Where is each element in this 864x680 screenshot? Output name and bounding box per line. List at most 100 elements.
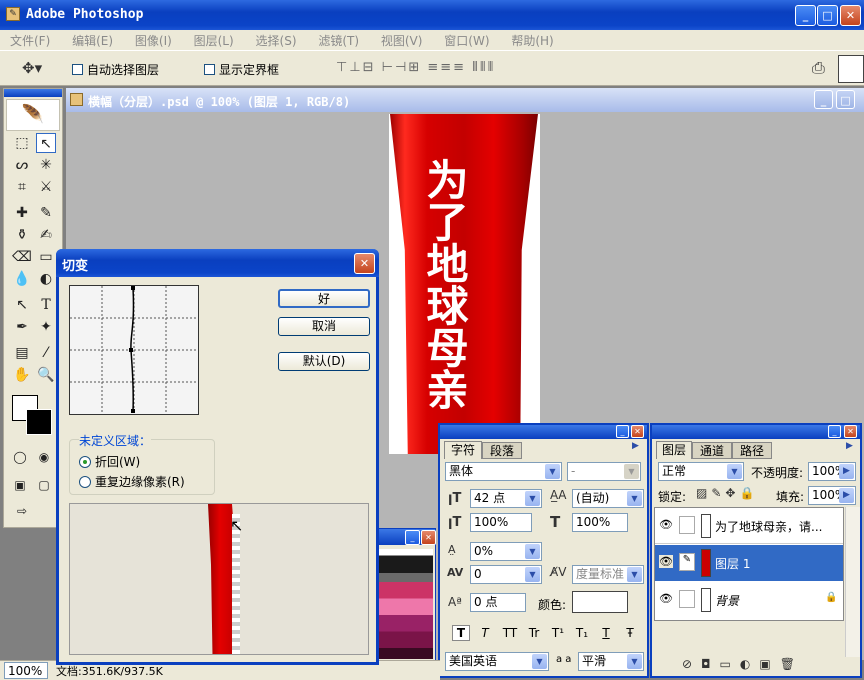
show-bounds-checkbox[interactable]: 显示定界框 bbox=[204, 61, 279, 78]
shear-grid[interactable] bbox=[69, 285, 199, 415]
palette-well-icon[interactable]: ⎙ bbox=[812, 58, 825, 78]
doc-maximize-button[interactable]: □ bbox=[836, 90, 855, 109]
antialias-select[interactable]: 平滑 ▼ bbox=[578, 652, 644, 671]
menu-layer[interactable]: 图层(L) bbox=[194, 34, 234, 48]
menu-filter[interactable]: 滤镜(T) bbox=[318, 34, 359, 48]
horizontal-scale-field[interactable]: 100% bbox=[572, 513, 628, 532]
opacity-field[interactable]: 100% ▶ bbox=[808, 462, 856, 481]
link-box[interactable] bbox=[679, 590, 695, 608]
menu-select[interactable]: 选择(S) bbox=[256, 34, 297, 48]
magic-wand-icon[interactable]: ✳ bbox=[36, 155, 56, 175]
close-button[interactable]: ✕ bbox=[840, 5, 861, 26]
layers-minimize-button[interactable]: _ bbox=[828, 425, 841, 438]
default-button[interactable]: 默认(D) bbox=[278, 352, 370, 371]
swatches-close-button[interactable]: ✕ bbox=[421, 530, 436, 545]
eye-icon[interactable]: 👁 bbox=[659, 592, 673, 605]
feather-logo-icon[interactable]: 🪶 bbox=[6, 99, 60, 131]
superscript-button[interactable]: T¹ bbox=[548, 626, 568, 640]
text-color-swatch[interactable] bbox=[572, 591, 628, 613]
slice-tool-icon[interactable]: ⚔ bbox=[36, 177, 56, 197]
eye-icon[interactable]: 👁 bbox=[659, 518, 673, 531]
imageready-icon[interactable]: ⇨ bbox=[12, 501, 32, 521]
layers-menu-arrow-icon[interactable]: ▶ bbox=[846, 441, 853, 451]
tracking-field[interactable]: 度量标准 ▼ bbox=[572, 565, 644, 584]
eraser-tool-icon[interactable]: ⌫ bbox=[12, 247, 32, 267]
menu-view[interactable]: 视图(V) bbox=[381, 34, 423, 48]
quickmask-mode-icon[interactable]: ◉ bbox=[34, 447, 54, 467]
zoom-tool-icon[interactable]: 🔍 bbox=[36, 365, 56, 385]
path-select-icon[interactable]: ↖ bbox=[12, 295, 32, 315]
language-select[interactable]: 美国英语 ▼ bbox=[445, 652, 549, 671]
swatches-grid[interactable] bbox=[379, 549, 433, 659]
screen-mode-icon[interactable]: ▣ bbox=[10, 475, 30, 495]
layer-row[interactable]: 👁 为了地球母亲，请... bbox=[655, 508, 843, 544]
layer-action-icons[interactable]: ⊘◘▭◐▣🗑 bbox=[682, 657, 804, 671]
standard-mode-icon[interactable]: ◯ bbox=[10, 447, 30, 467]
maximize-button[interactable]: □ bbox=[817, 5, 838, 26]
leading-field[interactable]: (自动) ▼ bbox=[572, 489, 644, 508]
layer-row-selected[interactable]: 👁 ✎ 图层 1 bbox=[655, 545, 843, 581]
lasso-tool-icon[interactable]: ᔕ bbox=[12, 155, 32, 175]
shear-close-button[interactable]: ✕ bbox=[354, 253, 375, 274]
healing-brush-icon[interactable]: ✚ bbox=[12, 203, 32, 223]
pen-tool-icon[interactable]: ✒ bbox=[12, 317, 32, 337]
gradient-tool-icon[interactable]: ▭ bbox=[36, 247, 56, 267]
layers-scrollbar[interactable] bbox=[845, 507, 860, 657]
lock-icons[interactable]: ▨✎✥🔒 bbox=[696, 486, 758, 500]
brush-link-icon[interactable]: ✎ bbox=[679, 553, 695, 571]
tab-channels[interactable]: 通道 bbox=[692, 442, 732, 459]
layers-close-button[interactable]: ✕ bbox=[844, 425, 857, 438]
link-box[interactable] bbox=[679, 516, 695, 534]
character-menu-arrow-icon[interactable]: ▶ bbox=[632, 441, 639, 451]
font-style-select[interactable]: - ▼ bbox=[567, 462, 641, 481]
move-tool-icon[interactable]: ✥▾ bbox=[22, 59, 42, 77]
align-icons[interactable]: ⊤⊥⊟ ⊢⊣⊞ ≡≡≡ ⦀⦀⦀ bbox=[336, 60, 495, 75]
menu-image[interactable]: 图像(I) bbox=[135, 34, 172, 48]
character-close-button[interactable]: ✕ bbox=[631, 425, 644, 438]
hand-tool-icon[interactable]: ✋ bbox=[12, 365, 32, 385]
all-caps-button[interactable]: TT bbox=[500, 626, 520, 640]
kerning-field[interactable]: 0 ▼ bbox=[470, 565, 542, 584]
stamp-tool-icon[interactable]: ⚱ bbox=[12, 225, 32, 245]
tab-paths[interactable]: 路径 bbox=[732, 442, 772, 459]
blend-mode-select[interactable]: 正常 ▼ bbox=[658, 462, 744, 481]
move-tool-icon-2[interactable]: ↖ bbox=[36, 133, 56, 153]
crop-tool-icon[interactable]: ⌗ bbox=[12, 177, 32, 197]
notes-tool-icon[interactable]: ▤ bbox=[12, 343, 32, 363]
small-caps-button[interactable]: Tr bbox=[524, 626, 544, 640]
layer-row[interactable]: 👁 背景 🔒 bbox=[655, 582, 843, 618]
menu-edit[interactable]: 编辑(E) bbox=[72, 34, 113, 48]
shape-tool-icon[interactable]: ✦ bbox=[36, 317, 56, 337]
cancel-button[interactable]: 取消 bbox=[278, 317, 370, 336]
eye-icon[interactable]: 👁 bbox=[659, 555, 673, 568]
tab-character[interactable]: 字符 bbox=[444, 441, 482, 459]
baseline-shift-field[interactable]: 0 点 bbox=[470, 593, 526, 612]
tab-layers[interactable]: 图层 bbox=[656, 441, 692, 459]
repeat-edge-radio[interactable]: 重复边缘像素(R) bbox=[79, 473, 185, 490]
ok-button[interactable]: 好 bbox=[278, 289, 370, 308]
fill-field[interactable]: 100% ▶ bbox=[808, 486, 856, 505]
strikethrough-button[interactable]: Ŧ bbox=[620, 626, 640, 640]
type-tool-icon[interactable]: T bbox=[36, 295, 56, 315]
dodge-tool-icon[interactable]: ◐ bbox=[36, 269, 56, 289]
underline-button[interactable]: T bbox=[596, 626, 616, 640]
minimize-button[interactable]: _ bbox=[795, 5, 816, 26]
brush-tool-icon[interactable]: ✎ bbox=[36, 203, 56, 223]
menu-help[interactable]: 帮助(H) bbox=[511, 34, 553, 48]
subscript-button[interactable]: T₁ bbox=[572, 626, 592, 640]
zoom-field[interactable]: 100% bbox=[4, 662, 48, 679]
fullscreen-mode-icon[interactable]: ▢ bbox=[34, 475, 54, 495]
menu-file[interactable]: 文件(F) bbox=[10, 34, 50, 48]
faux-bold-button[interactable]: T bbox=[452, 625, 470, 641]
blur-tool-icon[interactable]: 💧 bbox=[12, 269, 32, 289]
tab-paragraph[interactable]: 段落 bbox=[482, 442, 522, 459]
font-size-field[interactable]: 42 点 ▼ bbox=[470, 489, 542, 508]
auto-select-checkbox[interactable]: 自动选择图层 bbox=[72, 61, 159, 78]
doc-minimize-button[interactable]: _ bbox=[814, 90, 833, 109]
eyedropper-tool-icon[interactable]: ⁄ bbox=[36, 343, 56, 363]
marquee-tool-icon[interactable]: ⬚ bbox=[12, 133, 32, 153]
faux-italic-button[interactable]: T bbox=[476, 626, 494, 640]
history-brush-icon[interactable]: ✍ bbox=[36, 225, 56, 245]
menu-window[interactable]: 窗口(W) bbox=[444, 34, 489, 48]
swatches-minimize-button[interactable]: _ bbox=[405, 530, 420, 545]
